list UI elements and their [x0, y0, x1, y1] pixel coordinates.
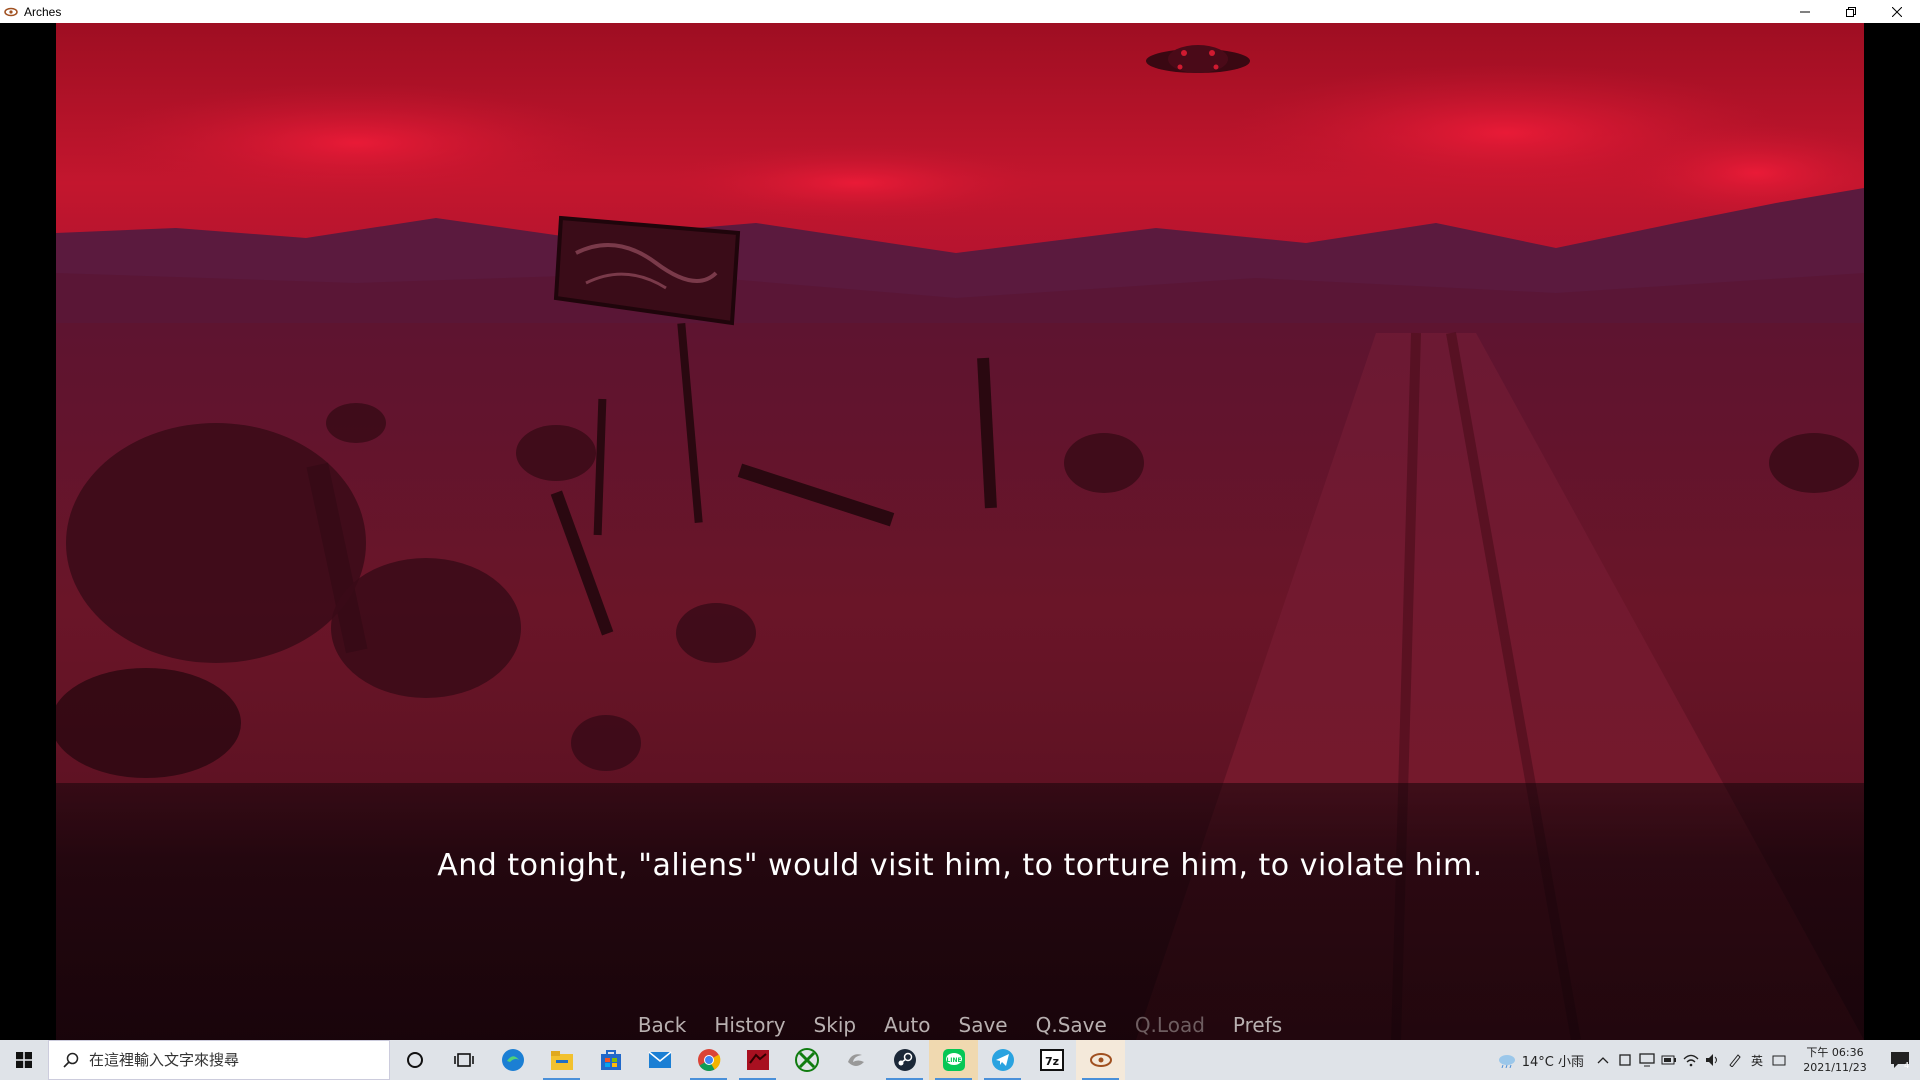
- chevron-up-icon[interactable]: [1592, 1040, 1614, 1080]
- app-red-icon[interactable]: [733, 1040, 782, 1080]
- game-scene[interactable]: And tonight, "aliens" would visit him, t…: [56, 23, 1864, 1040]
- touch-keyboard-icon[interactable]: [1768, 1040, 1790, 1080]
- xbox-icon[interactable]: [782, 1040, 831, 1080]
- battery-icon[interactable]: [1658, 1040, 1680, 1080]
- 7zip-icon[interactable]: 7z: [1027, 1040, 1076, 1080]
- chrome-icon[interactable]: [684, 1040, 733, 1080]
- weather-condition: 小雨: [1557, 1054, 1584, 1070]
- weather-temp: 14°C: [1521, 1054, 1554, 1070]
- arches-app-icon: [4, 5, 18, 19]
- windows-logo-icon: [16, 1052, 32, 1068]
- quick-menu-qload-button: Q.Load: [1134, 1013, 1205, 1037]
- quick-menu-auto-button[interactable]: Auto: [870, 1013, 944, 1037]
- minimize-button[interactable]: [1782, 0, 1828, 23]
- notification-count: 4: [1904, 1061, 1909, 1069]
- file-explorer-icon[interactable]: [537, 1040, 586, 1080]
- quick-menu-save-button[interactable]: Save: [945, 1013, 1022, 1037]
- dialogue-box[interactable]: And tonight, "aliens" would visit him, t…: [56, 783, 1864, 1040]
- quick-menu-back-button[interactable]: Back: [624, 1013, 701, 1037]
- input-language[interactable]: 英: [1746, 1040, 1768, 1080]
- search-input[interactable]: [89, 1051, 359, 1069]
- notification-center-button[interactable]: 4: [1880, 1040, 1920, 1080]
- notification-icon: 4: [1891, 1052, 1909, 1069]
- steam-icon[interactable]: [880, 1040, 929, 1080]
- taskbar-clock[interactable]: 下午 06:36 2021/11/23: [1796, 1045, 1874, 1075]
- dialogue-text: And tonight, "aliens" would visit him, t…: [437, 848, 1483, 883]
- close-icon: [1892, 6, 1902, 17]
- clock-time: 下午 06:36: [1806, 1046, 1864, 1059]
- weather-icon[interactable]: [1496, 1040, 1518, 1080]
- wifi-icon[interactable]: [1680, 1040, 1702, 1080]
- line-icon[interactable]: LINE: [929, 1040, 978, 1080]
- minimize-icon: [1800, 11, 1810, 12]
- quick-menu-skip-button[interactable]: Skip: [800, 1013, 871, 1037]
- device-icon[interactable]: [1614, 1040, 1636, 1080]
- quick-menu: Back History Skip Auto Save Q.Save Q.Loa…: [56, 1013, 1864, 1037]
- pen-icon[interactable]: [1724, 1040, 1746, 1080]
- cortana-icon[interactable]: [390, 1040, 439, 1080]
- system-tray: 14°C 小雨 英 下午 06:36 2021/11/23 4: [1496, 1040, 1920, 1080]
- quick-menu-prefs-button[interactable]: Prefs: [1219, 1013, 1296, 1037]
- telegram-icon[interactable]: [978, 1040, 1027, 1080]
- game-stage: And tonight, "aliens" would visit him, t…: [0, 23, 1920, 1040]
- quick-menu-history-button[interactable]: History: [700, 1013, 799, 1037]
- close-button[interactable]: [1874, 0, 1920, 23]
- swirl-app-icon[interactable]: [831, 1040, 880, 1080]
- taskbar-search[interactable]: [48, 1040, 390, 1080]
- restore-button[interactable]: [1828, 0, 1874, 23]
- edge-icon[interactable]: [488, 1040, 537, 1080]
- search-icon: [63, 1052, 79, 1068]
- mail-icon[interactable]: [635, 1040, 684, 1080]
- svg-text:LINE: LINE: [946, 1057, 961, 1064]
- quick-menu-qsave-button[interactable]: Q.Save: [1022, 1013, 1121, 1037]
- start-button[interactable]: [0, 1040, 48, 1080]
- window-title: Arches: [24, 4, 62, 19]
- arches-icon[interactable]: [1076, 1040, 1125, 1080]
- weather-readout[interactable]: 14°C 小雨: [1522, 1051, 1584, 1070]
- clock-date: 2021/11/23: [1803, 1061, 1867, 1074]
- svg-text:7z: 7z: [1044, 1055, 1058, 1068]
- volume-icon[interactable]: [1702, 1040, 1724, 1080]
- window-controls: [1782, 0, 1920, 23]
- window-titlebar: Arches: [0, 0, 1920, 23]
- restore-icon: [1846, 6, 1856, 17]
- windows-taskbar: LINE 7z 14°C 小雨 英: [0, 1040, 1920, 1080]
- task-view-icon[interactable]: [439, 1040, 488, 1080]
- store-icon[interactable]: [586, 1040, 635, 1080]
- monitor-icon[interactable]: [1636, 1040, 1658, 1080]
